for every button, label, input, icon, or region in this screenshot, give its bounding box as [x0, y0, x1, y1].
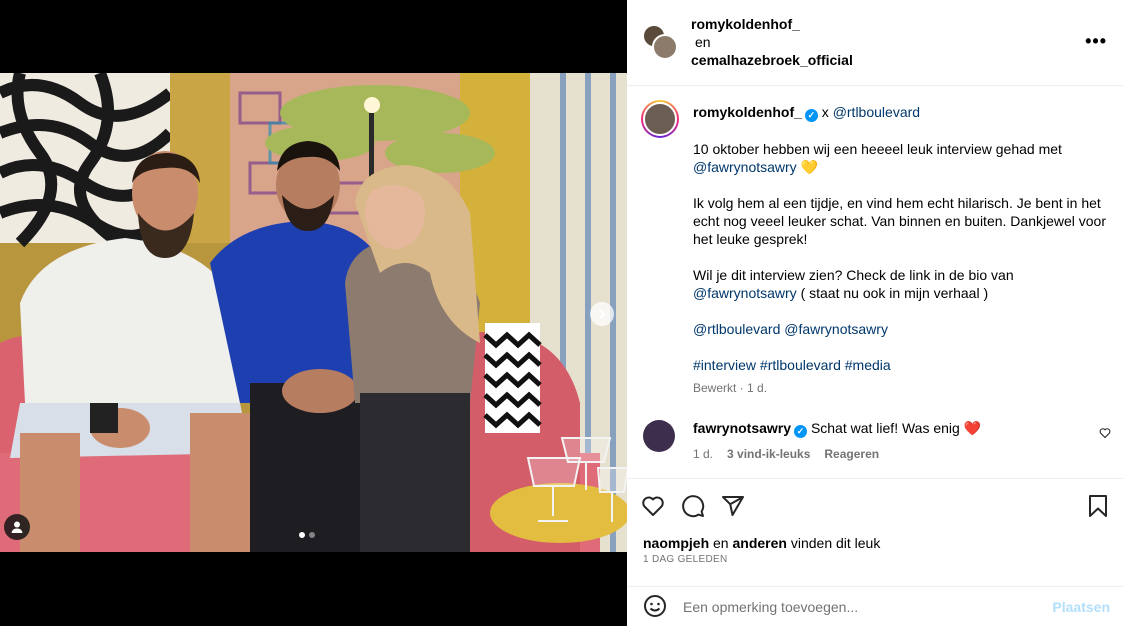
- red-heart-emoji: ❤️: [963, 420, 982, 436]
- add-comment-bar: Plaatsen: [627, 586, 1123, 626]
- avatar[interactable]: [641, 100, 679, 138]
- user-icon: [11, 521, 23, 533]
- caption-text: ( staat nu ook in mijn verhaal ): [800, 285, 989, 301]
- post-timestamp[interactable]: 1 DAG GELEDEN: [643, 554, 727, 565]
- mention-link[interactable]: @fawrynotsawry: [693, 159, 797, 175]
- verified-badge-icon: ✓: [794, 425, 808, 438]
- share-icon[interactable]: [721, 494, 745, 523]
- mention-link[interactable]: @rtlboulevard: [693, 321, 780, 337]
- caption-body: romykoldenhof_ ✓ x @rtlboulevard 10 oktob…: [693, 103, 1109, 397]
- likes-text: vinden dit leuk: [790, 535, 881, 551]
- hashtag-link[interactable]: #interview: [693, 357, 756, 373]
- carousel-dot: [309, 532, 315, 538]
- comment-input[interactable]: [683, 595, 1043, 619]
- yellow-heart-emoji: 💛: [800, 159, 819, 175]
- verified-badge-icon: ✓: [804, 109, 818, 122]
- comment-meta: 1 d. 3 vind-ik-leuks Reageren: [693, 447, 879, 461]
- username-link[interactable]: romykoldenhof_: [693, 104, 802, 120]
- post-caption: romykoldenhof_ ✓ x @rtlboulevard 10 oktob…: [627, 86, 1123, 478]
- post-comment-button[interactable]: Plaatsen: [1052, 599, 1110, 615]
- action-bar: [641, 494, 745, 523]
- chevron-right-icon: [599, 309, 606, 319]
- username-link[interactable]: fawrynotsawry: [693, 420, 791, 436]
- hashtag-link[interactable]: #media: [845, 357, 891, 373]
- comment-body: fawrynotsawry ✓ Schat wat lief! Was enig …: [693, 419, 1083, 438]
- more-horizontal-icon[interactable]: •••: [1085, 31, 1107, 52]
- comment-time[interactable]: 1 d.: [693, 447, 713, 461]
- caption-text: 10 oktober hebben wij een heeeel leuk in…: [693, 141, 1062, 157]
- post-media: [0, 0, 627, 626]
- comment-item: fawrynotsawry ✓ Schat wat lief! Was enig …: [627, 414, 1123, 474]
- avatar[interactable]: [643, 420, 675, 452]
- likes-summary: naompjeh en anderen vinden dit leuk: [643, 535, 880, 551]
- next-photo-button[interactable]: [590, 302, 614, 326]
- username-link[interactable]: romykoldenhof_: [691, 15, 853, 33]
- mention-link[interactable]: @fawrynotsawry: [693, 285, 797, 301]
- likes-text: en: [713, 535, 729, 551]
- caption-text: Wil je dit interview zien? Check de link…: [693, 267, 1014, 283]
- caption-paragraph: Ik volg hem al een tijdje, en vind hem e…: [693, 195, 1107, 247]
- comment-icon[interactable]: [681, 494, 705, 523]
- tagged-people-button[interactable]: [4, 514, 30, 540]
- emoji-icon[interactable]: [643, 594, 667, 623]
- mention-link[interactable]: @fawrynotsawry: [784, 321, 888, 337]
- caption-meta: Bewerkt · 1 d.: [693, 381, 768, 395]
- post-details-panel: romykoldenhof_ en cemalhazebroek_officia…: [627, 0, 1123, 626]
- avatar[interactable]: [652, 34, 678, 60]
- post-header: romykoldenhof_ en cemalhazebroek_officia…: [627, 0, 1123, 86]
- heart-icon[interactable]: [1099, 426, 1111, 444]
- carousel-indicator: [299, 532, 315, 538]
- collab-x: x: [821, 104, 829, 120]
- username-link[interactable]: cemalhazebroek_official: [691, 51, 853, 69]
- carousel-dot-active: [299, 532, 305, 538]
- comment-text: Schat wat lief! Was enig: [810, 420, 960, 436]
- username-link[interactable]: naompjeh: [643, 535, 709, 551]
- post-actions: naompjeh en anderen vinden dit leuk 1 DA…: [627, 478, 1123, 588]
- comment-likes-link[interactable]: 3 vind-ik-leuks: [727, 447, 810, 461]
- bookmark-icon[interactable]: [1087, 494, 1109, 523]
- caption-paragraph: 10 oktober hebben wij een heeeel leuk in…: [693, 140, 1109, 176]
- caption-paragraph: Wil je dit interview zien? Check de link…: [693, 266, 1109, 302]
- caption-mentions: @rtlboulevard @fawrynotsawry: [693, 320, 1109, 338]
- hashtag-link[interactable]: #rtlboulevard: [760, 357, 841, 373]
- post-photo[interactable]: [0, 73, 627, 552]
- mention-link[interactable]: @rtlboulevard: [833, 104, 920, 120]
- reply-button[interactable]: Reageren: [824, 447, 879, 461]
- collab-usernames: romykoldenhof_ en cemalhazebroek_officia…: [691, 15, 853, 69]
- conjunction-text: en: [695, 34, 711, 50]
- caption-header: romykoldenhof_ ✓ x @rtlboulevard: [693, 103, 1109, 122]
- collab-avatars[interactable]: [642, 24, 678, 60]
- heart-icon[interactable]: [641, 494, 665, 523]
- others-link[interactable]: anderen: [732, 535, 786, 551]
- caption-hashtags: #interview #rtlboulevard #media: [693, 356, 1109, 374]
